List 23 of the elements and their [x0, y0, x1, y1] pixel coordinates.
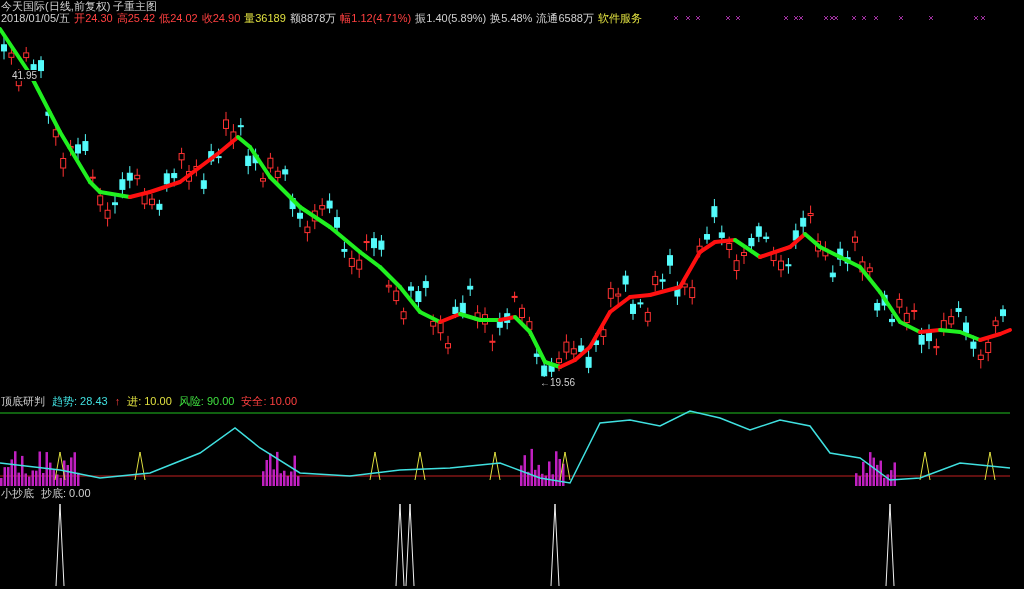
- quote-field: 2018/01/05/五: [1, 12, 71, 24]
- quote-field: 额8878万: [289, 12, 337, 24]
- indicator-value: ↑: [114, 394, 121, 408]
- quote-field: 高25.42: [116, 12, 156, 24]
- indicator-value: 趋势: 28.43: [52, 394, 108, 408]
- quote-field: 收24.90: [201, 12, 241, 24]
- price-label: 41.95: [12, 70, 38, 81]
- indicator-name: 顶底研判: [1, 394, 45, 408]
- quote-field: 流通6588万: [536, 12, 594, 24]
- indicator-value: 安全: 10.00: [241, 394, 298, 408]
- indicator-value: 进: 10.00: [127, 394, 172, 408]
- indicator-value: 抄底: 0.00: [41, 486, 91, 500]
- quote-field: 振1.40(5.89%): [415, 12, 487, 24]
- chart-title: 今天国际(日线,前复权) 子重主图: [0, 0, 159, 12]
- indicator-name: 小抄底: [1, 486, 34, 500]
- quote-field: 低24.02: [159, 12, 198, 24]
- indicator-value: 风险: 90.00: [178, 394, 235, 408]
- quote-field: 开24.30: [74, 12, 113, 24]
- quote-field: 换5.48%: [490, 12, 533, 24]
- price-label: ←19.56: [540, 377, 576, 388]
- quote-field: 幅1.12(4.71%): [340, 12, 412, 24]
- quote-field: 量36189: [244, 12, 286, 24]
- quote-field: 软件服务: [597, 12, 642, 24]
